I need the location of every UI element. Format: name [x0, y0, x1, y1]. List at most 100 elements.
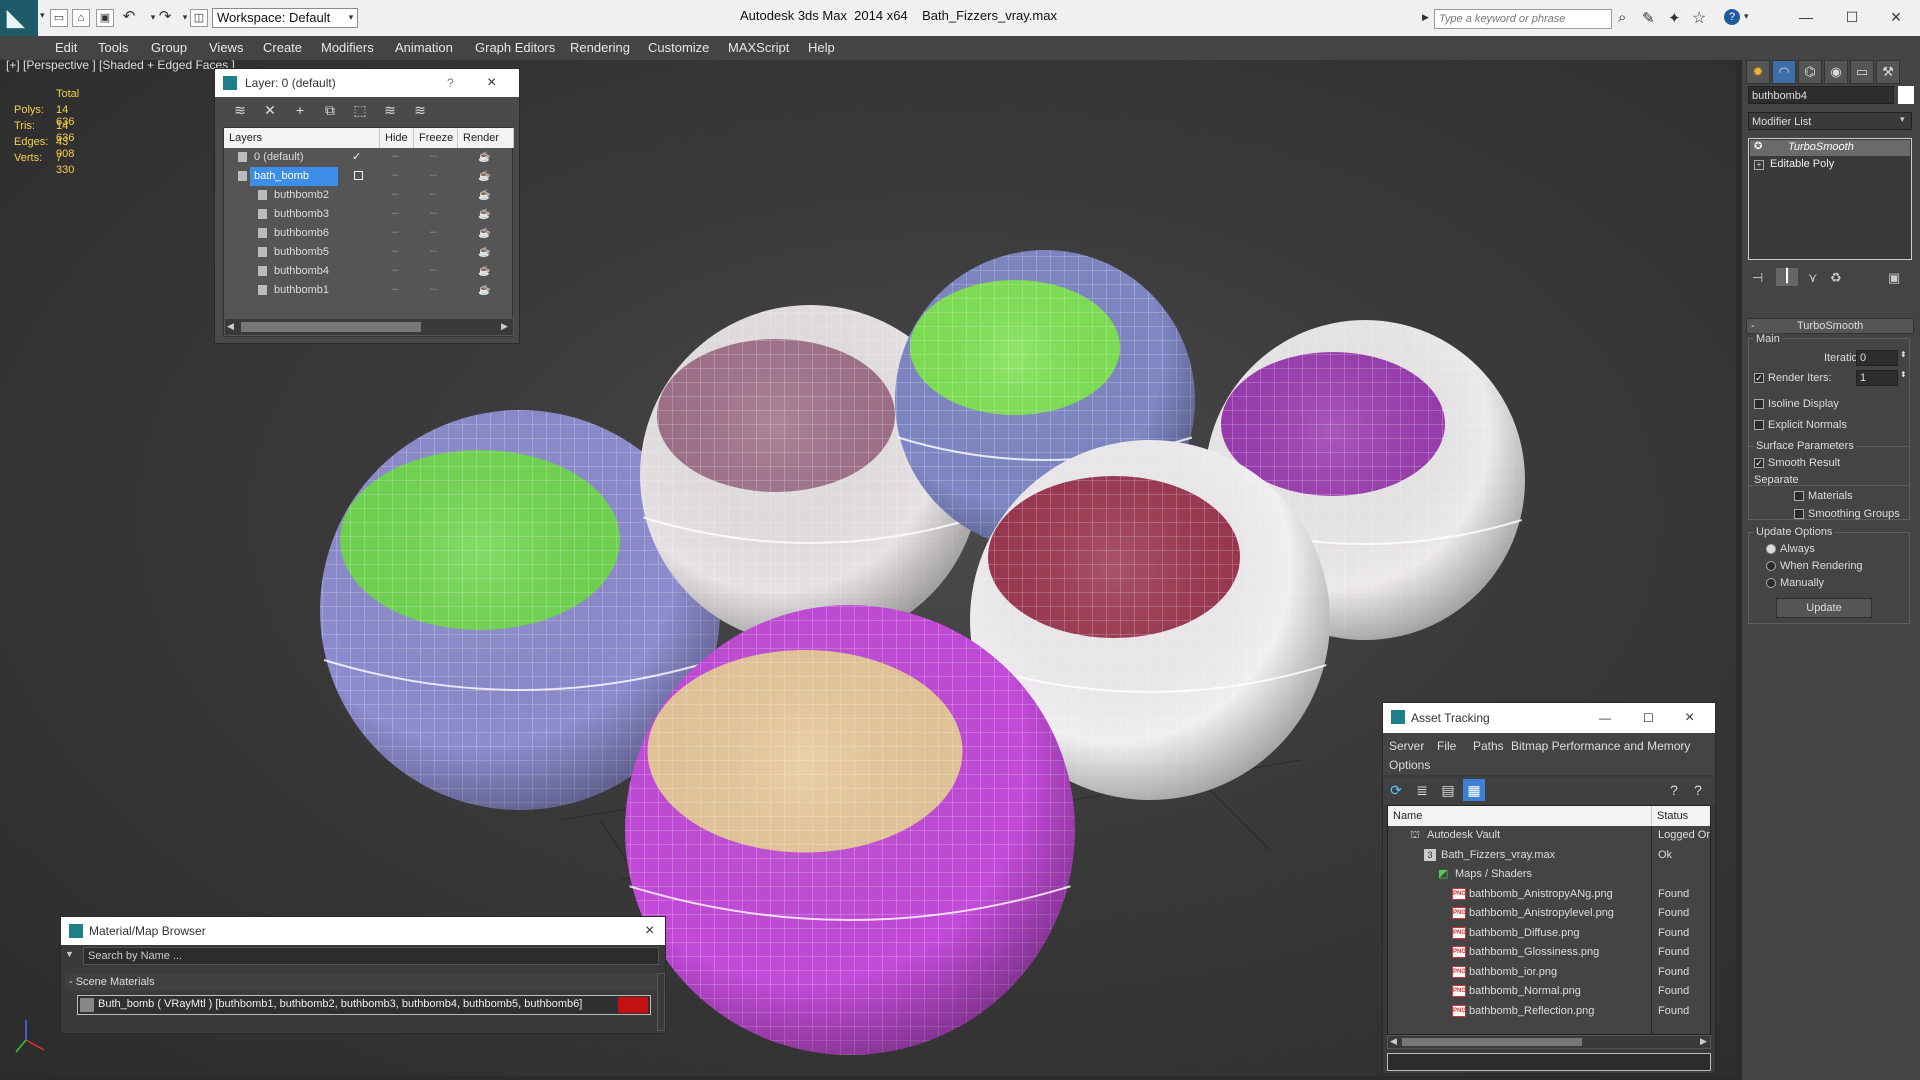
asset-highlight-icon[interactable]: ?	[1687, 779, 1709, 801]
motion-tab-icon[interactable]: ◉	[1824, 60, 1848, 84]
browser-options-arrow-icon[interactable]: ▼	[65, 949, 74, 959]
maximize-window-icon[interactable]: ☐	[1836, 6, 1868, 28]
material-browser-titlebar[interactable]: Material/Map Browser ×	[61, 917, 665, 945]
col-freeze[interactable]: Freeze	[414, 128, 458, 148]
app-menu-arrow-icon[interactable]: ▾	[40, 10, 50, 26]
render-teapot-icon[interactable]: ☕	[478, 224, 490, 243]
viewport-label[interactable]: [+] [Perspective ] [Shaded + Edged Faces…	[6, 58, 235, 72]
layer-row[interactable]: buthbomb1 ┄ ┄ ☕	[224, 281, 514, 300]
hide-toggle-icon[interactable]: ┄	[392, 262, 399, 281]
menu-graph-editors[interactable]: Graph Editors	[475, 40, 555, 55]
update-button[interactable]: Update	[1776, 598, 1872, 618]
isoline-display-checkbox[interactable]	[1754, 399, 1764, 409]
object-color-swatch[interactable]	[1898, 86, 1914, 104]
create-layer-icon[interactable]: ≋	[229, 99, 251, 121]
col-hide[interactable]: Hide	[380, 128, 414, 148]
layer-row[interactable]: 0 (default) ✓ ┄ ┄ ☕	[224, 148, 514, 167]
asset-path-field[interactable]	[1387, 1053, 1711, 1071]
save-file-icon[interactable]: ▣	[96, 9, 114, 27]
freeze-toggle-icon[interactable]: ┄	[430, 243, 437, 262]
stack-item-editable-poly[interactable]: + Editable Poly	[1750, 157, 1910, 173]
hide-toggle-icon[interactable]: ┄	[392, 167, 399, 186]
layer-row[interactable]: buthbomb3 ┄ ┄ ☕	[224, 205, 514, 224]
asset-row[interactable]: PNG bathbomb_Anistropylevel.png Found	[1388, 904, 1710, 923]
asset-row[interactable]: PNG bathbomb_ior.png Found	[1388, 963, 1710, 982]
workspace-dropdown[interactable]: Workspace: Default	[212, 8, 358, 28]
freeze-toggle-icon[interactable]: ┄	[430, 186, 437, 205]
help-icon[interactable]: ?	[1724, 9, 1740, 25]
refresh-icon[interactable]: ⟳	[1385, 779, 1407, 801]
expand-plus-icon[interactable]: +	[1754, 160, 1764, 170]
menu-rendering[interactable]: Rendering	[570, 40, 630, 55]
render-teapot-icon[interactable]: ☕	[478, 281, 490, 300]
highlight-layer-icon[interactable]: ⬚	[349, 99, 371, 121]
iterations-spinner-arrows-icon[interactable]: ⬍	[1900, 350, 1907, 359]
asset-menu-server[interactable]: Server	[1389, 739, 1424, 753]
help-dropdown-icon[interactable]: ▾	[1744, 11, 1749, 22]
workspace-dropdown-arrow-icon[interactable]: ▾	[344, 8, 358, 28]
asset-row[interactable]: PNG bathbomb_AnistropyANg.png Found	[1388, 885, 1710, 904]
hide-toggle-icon[interactable]: ┄	[392, 281, 399, 300]
asset-maximize-icon[interactable]: ☐	[1643, 703, 1654, 733]
layer-row[interactable]: bath_bomb ┄ ┄ ☕	[224, 167, 514, 186]
scroll-right-icon[interactable]: ▶	[501, 321, 508, 332]
new-file-icon[interactable]: ▭	[50, 9, 68, 27]
render-teapot-icon[interactable]: ☕	[478, 186, 490, 205]
thumbnail-view-icon[interactable]: ▤	[1437, 779, 1459, 801]
asset-menu-paths[interactable]: Paths	[1473, 739, 1504, 753]
layer-row[interactable]: buthbomb6 ┄ ┄ ☕	[224, 224, 514, 243]
when-rendering-radio[interactable]	[1766, 561, 1776, 571]
asset-close-icon[interactable]: ×	[1685, 703, 1694, 733]
freeze-toggle-icon[interactable]: ┄	[430, 167, 437, 186]
freeze-all-layers-icon[interactable]: ≋	[409, 99, 431, 121]
display-tab-icon[interactable]: ▭	[1850, 60, 1874, 84]
asset-help-icon[interactable]: ?	[1663, 779, 1685, 801]
render-teapot-icon[interactable]: ☕	[478, 262, 490, 281]
asset-row[interactable]: PNG bathbomb_Normal.png Found	[1388, 982, 1710, 1001]
render-teapot-icon[interactable]: ☕	[478, 205, 490, 224]
open-file-icon[interactable]: ⌂	[72, 9, 90, 27]
scroll-left-icon[interactable]: ◀	[227, 321, 234, 332]
asset-tracking-titlebar[interactable]: Asset Tracking — ☐ ×	[1383, 703, 1715, 733]
binoculars-icon[interactable]: ⌕	[1618, 9, 1626, 26]
menu-customize[interactable]: Customize	[648, 40, 709, 55]
asset-row[interactable]: 3 Bath_Fizzers_vray.max Ok	[1388, 846, 1710, 865]
remove-modifier-icon[interactable]: ♻	[1830, 270, 1842, 286]
app-logo[interactable]: ◣	[0, 0, 38, 36]
smooth-result-checkbox[interactable]: ✓	[1754, 458, 1764, 468]
add-to-layer-icon[interactable]: +	[289, 99, 311, 121]
communication-center-icon[interactable]: ✎	[1642, 9, 1655, 27]
render-teapot-icon[interactable]: ☕	[478, 148, 490, 167]
render-iters-spinner[interactable]: 1	[1856, 370, 1898, 386]
undo-icon[interactable]: ↶	[120, 9, 138, 27]
create-tab-icon[interactable]: ✹	[1746, 60, 1770, 84]
minimize-window-icon[interactable]: —	[1790, 6, 1822, 28]
freeze-toggle-icon[interactable]: ┄	[430, 224, 437, 243]
stack-item-turbosmooth[interactable]: ✪ TurboSmooth	[1750, 140, 1910, 156]
col-layers[interactable]: Layers	[224, 128, 380, 148]
layer-box-icon[interactable]	[354, 171, 363, 180]
list-view-icon[interactable]: ≣	[1411, 779, 1433, 801]
utilities-tab-icon[interactable]: ⚒	[1876, 60, 1900, 84]
hide-toggle-icon[interactable]: ┄	[392, 148, 399, 167]
render-teapot-icon[interactable]: ☕	[478, 243, 490, 262]
favorites-star-icon[interactable]: ☆	[1692, 8, 1706, 28]
menu-animation[interactable]: Animation	[395, 40, 453, 55]
asset-row[interactable]: PNG bathbomb_Reflection.png Found	[1388, 1002, 1710, 1021]
layer-h-scrollbar[interactable]: ◀ ▶	[224, 318, 514, 336]
modifier-list-dropdown[interactable]: Modifier List	[1748, 112, 1912, 130]
smoothing-groups-checkbox[interactable]	[1794, 509, 1804, 519]
table-view-icon[interactable]: ▦	[1463, 779, 1485, 801]
scroll-thumb[interactable]	[241, 322, 421, 332]
menu-views[interactable]: Views	[209, 40, 243, 55]
configure-modifier-sets-icon[interactable]: ▣	[1888, 270, 1900, 286]
freeze-toggle-icon[interactable]: ┄	[430, 281, 437, 300]
always-radio[interactable]	[1766, 544, 1776, 554]
freeze-toggle-icon[interactable]: ┄	[430, 262, 437, 281]
pin-stack-icon[interactable]: ⊣	[1752, 270, 1763, 286]
col-render[interactable]: Render	[458, 128, 514, 148]
menu-maxscript[interactable]: MAXScript	[728, 40, 789, 55]
layer-dialog-titlebar[interactable]: Layer: 0 (default) ? ×	[215, 69, 519, 97]
menu-help[interactable]: Help	[808, 40, 835, 55]
scene-materials-section[interactable]: - Scene Materials	[65, 973, 659, 991]
